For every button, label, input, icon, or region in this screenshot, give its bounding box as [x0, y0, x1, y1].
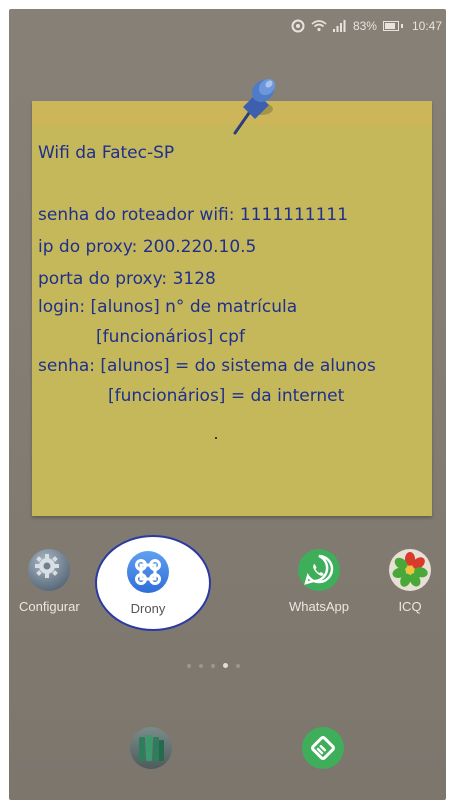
page-dot [211, 663, 215, 668]
whatsapp-icon [297, 549, 340, 591]
pushpin-icon [233, 78, 276, 135]
note-line: senha: [alunos] = do sistema de alunos [38, 356, 376, 376]
flower-icon [389, 549, 431, 591]
page-dot [223, 663, 228, 668]
signal-icon [332, 20, 347, 32]
battery-percent: 83% [352, 19, 377, 33]
app-label: ICQ [398, 599, 422, 614]
note-title: Wifi da Fatec-SP [38, 143, 175, 163]
page-dot [187, 663, 191, 668]
gear-icon [28, 549, 71, 591]
feedly-icon [302, 727, 344, 769]
app-icq[interactable]: ICQ [387, 547, 433, 614]
note-line: [funcionários] = da internet [108, 386, 345, 406]
clock: 10:47 [411, 19, 442, 33]
note-line: porta do proxy: 3128 [38, 269, 216, 289]
app-label: Drony [130, 601, 166, 616]
dock-app-books[interactable] [128, 725, 174, 771]
status-bar: 83% 10:47 [9, 9, 446, 43]
dock-app-feedly[interactable] [300, 725, 346, 771]
note-line: login: [alunos] n° de matrícula [38, 297, 298, 317]
app-configurar[interactable]: Configurar [19, 547, 80, 614]
app-whatsapp[interactable]: WhatsApp [289, 547, 349, 614]
app-label: WhatsApp [289, 599, 349, 614]
battery-icon [382, 21, 406, 31]
sync-icon [291, 19, 305, 33]
app-drony[interactable]: Drony [125, 549, 171, 616]
app-label: Configurar [19, 599, 80, 614]
sticky-note-widget[interactable]: Wifi da Fatec-SP senha do roteador wifi:… [32, 78, 432, 516]
wifi-icon [311, 19, 327, 33]
books-icon [130, 727, 172, 769]
page-dot [199, 663, 203, 668]
page-indicator[interactable] [187, 663, 240, 668]
note-dot [215, 437, 217, 439]
page-dot [236, 663, 240, 668]
note-line: senha do roteador wifi: 1111111111 [38, 205, 349, 225]
command-icon [127, 551, 169, 593]
note-line: [funcionários] cpf [96, 327, 245, 347]
phone-screen: 83% 10:47 Wifi da Fatec-SP senha do rote… [9, 9, 446, 800]
note-line: ip do proxy: 200.220.10.5 [38, 237, 257, 257]
